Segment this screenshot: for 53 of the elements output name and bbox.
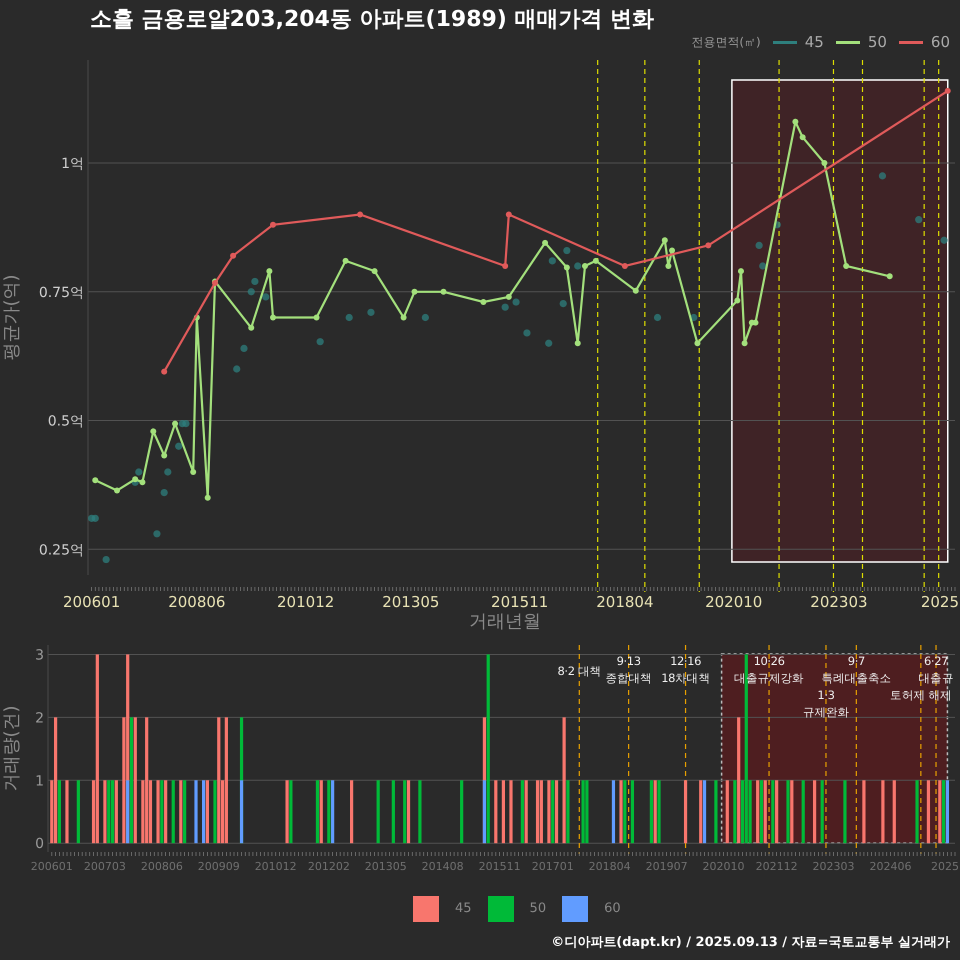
source-credit: ©디아파트(dapt.kr) / 2025.09.13 / 자료=국토교통부 실거래가 — [551, 935, 950, 950]
x-tick-label: 202303 — [810, 593, 868, 611]
legend-label: 45 — [804, 32, 824, 53]
legend-label: 60 — [930, 32, 950, 53]
policy-label: 9·13 종합대책 — [605, 654, 652, 685]
x-tick-label: 201202 — [308, 860, 350, 873]
x-tick-label: 201012 — [254, 860, 297, 873]
x-tick-label: 202303 — [812, 860, 855, 873]
x-tick-label: 202010 — [705, 593, 762, 611]
policy-label: 1·3 규제완화 — [802, 688, 850, 719]
x-tick-label: 201408 — [422, 860, 464, 873]
legend-label: 50 — [868, 32, 887, 53]
x-tick-label: 201511 — [478, 860, 521, 873]
chart-title: 소흘 금용로얄203,204동 아파트(1989) 매매가격 변화 — [90, 7, 654, 32]
y-tick-label: 0.5억 — [48, 414, 84, 430]
legend-label: 60 — [604, 900, 621, 918]
x-tick-label: 200806 — [168, 593, 226, 611]
y-tick-label: 0 — [35, 836, 44, 852]
x-tick-label: 202010 — [702, 860, 744, 873]
x-tick-label: 201804 — [596, 593, 654, 611]
x-tick-label: 200909 — [198, 860, 240, 873]
x-tick-label: 201012 — [277, 593, 334, 611]
legend-label: 45 — [455, 900, 472, 918]
x-tick-label: 201701 — [532, 860, 574, 873]
policy-label: 토허제 해제 — [890, 688, 952, 702]
y-tick-label: 1 — [35, 773, 44, 790]
x-tick-label: 2025 — [920, 593, 959, 611]
y-axis-title: 평균가(억) — [1, 274, 22, 361]
x-tick-label: 201804 — [588, 860, 631, 873]
policy-label: 8·2 대책 — [558, 664, 602, 678]
x-tick-label: 200806 — [140, 860, 183, 873]
x-tick-label: 202112 — [756, 860, 798, 873]
y-axis-title: 거래량(건) — [1, 705, 22, 792]
x-tick-label: 201305 — [364, 860, 407, 873]
x-axis-title: 거래년월 — [469, 611, 541, 632]
policy-label: 9·7 특례대출축소 — [822, 654, 892, 685]
x-tick-label: 200601 — [30, 860, 73, 873]
policy-label: 12·16 18차대책 — [661, 654, 710, 685]
y-tick-label: 1억 — [61, 156, 84, 172]
x-tick-label: 2025 — [931, 860, 959, 873]
legend-label: 50 — [530, 900, 546, 918]
x-tick-label: 201305 — [382, 593, 440, 611]
x-tick-label: 200601 — [63, 593, 120, 611]
y-tick-label: 3 — [35, 647, 44, 664]
y-tick-label: 2 — [35, 710, 44, 726]
y-tick-label: 0.25억 — [38, 542, 84, 558]
x-tick-label: 201907 — [646, 860, 688, 873]
x-tick-label: 201511 — [491, 593, 548, 611]
x-tick-label: 202406 — [869, 860, 912, 873]
y-tick-label: 0.75억 — [38, 284, 84, 301]
policy-label: 6·27 대출규 — [918, 654, 954, 685]
legend-title: 전용면적(㎡) — [691, 34, 761, 52]
x-tick-label: 200703 — [84, 860, 126, 873]
